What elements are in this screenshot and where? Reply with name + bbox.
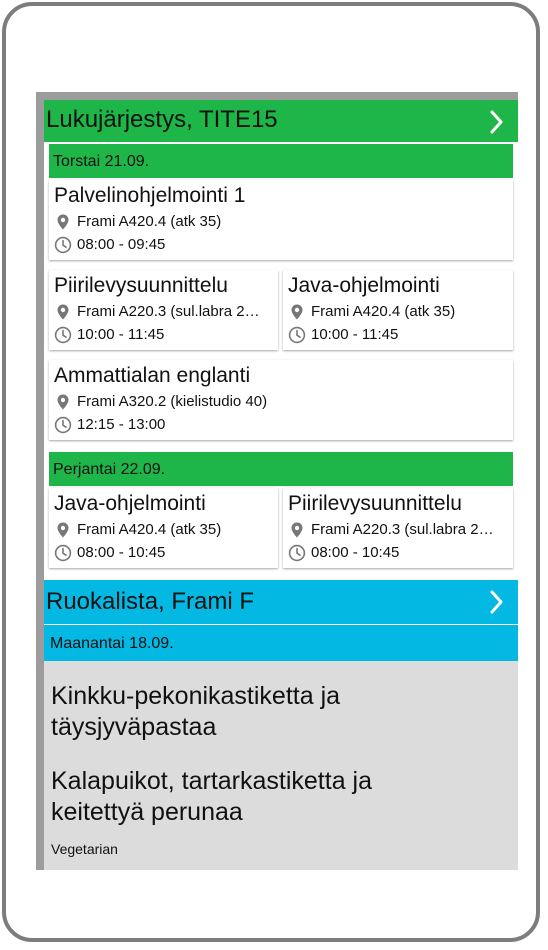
course-time: 12:15 - 13:00	[77, 416, 166, 433]
schedule-header[interactable]: Lukujärjestys, TITE15	[44, 100, 518, 142]
location-pin-icon	[54, 303, 72, 321]
chevron-right-icon[interactable]	[486, 102, 506, 142]
course-name: Java-ohjelmointi	[54, 492, 206, 515]
menu-title: Ruokalista, Frami F	[46, 588, 255, 615]
menu-header[interactable]: Ruokalista, Frami F	[44, 580, 518, 624]
course-time: 08:00 - 10:45	[77, 544, 166, 561]
course-name: Piirilevysuunnittelu	[288, 492, 462, 515]
course-room: Frami A420.4 (atk 35)	[311, 303, 456, 320]
location-pin-icon	[288, 303, 306, 321]
course-card[interactable]: Java-ohjelmointi Frami A420.4 (atk 35) 0…	[49, 488, 278, 568]
clock-icon	[288, 326, 306, 344]
menu-day-header: Maanantai 18.09.	[44, 625, 518, 661]
dish-line: täysjyväpastaa	[51, 713, 217, 741]
dish-item: Kalapuikot, tartarkastiketta ja keitetty…	[51, 766, 372, 828]
menu-list[interactable]: Kinkku-pekonikastiketta ja täysjyväpasta…	[44, 661, 518, 870]
clock-icon	[54, 236, 72, 254]
course-name: Piirilevysuunnittelu	[54, 274, 228, 297]
app-content: Lukujärjestys, TITE15 Torstai 21.09. Pal…	[44, 100, 518, 870]
course-room: Frami A420.4 (atk 35)	[77, 213, 222, 230]
course-time: 08:00 - 09:45	[77, 236, 166, 253]
device-frame: Lukujärjestys, TITE15 Torstai 21.09. Pal…	[2, 2, 540, 942]
course-card[interactable]: Ammattialan englanti Frami A320.2 (kieli…	[49, 360, 513, 440]
course-name: Java-ohjelmointi	[288, 274, 440, 297]
clock-icon	[54, 416, 72, 434]
day-header-thursday: Torstai 21.09.	[49, 144, 513, 178]
course-room: Frami A320.2 (kielistudio 40)	[77, 393, 268, 410]
course-name: Palvelinohjelmointi 1	[54, 184, 246, 207]
schedule-title: Lukujärjestys, TITE15	[46, 106, 278, 133]
dish-category-label: Vegetarian	[51, 841, 118, 857]
course-card[interactable]: Piirilevysuunnittelu Frami A220.3 (sul.l…	[49, 270, 278, 350]
course-time: 10:00 - 11:45	[77, 326, 165, 343]
clock-icon	[288, 544, 306, 562]
course-time: 10:00 - 11:45	[311, 326, 399, 343]
location-pin-icon	[288, 521, 306, 539]
course-room: Frami A420.4 (atk 35)	[77, 521, 222, 538]
dish-item: Kinkku-pekonikastiketta ja täysjyväpasta…	[51, 681, 340, 743]
clock-icon	[54, 326, 72, 344]
course-name: Ammattialan englanti	[54, 364, 251, 387]
clock-icon	[54, 544, 72, 562]
course-room: Frami A220.3 (sul.labra 2…	[77, 303, 260, 320]
day-header-friday: Perjantai 22.09.	[49, 452, 513, 486]
location-pin-icon	[54, 521, 72, 539]
dish-line: Kinkku-pekonikastiketta ja	[51, 682, 341, 710]
course-time: 08:00 - 10:45	[311, 544, 400, 561]
course-card[interactable]: Java-ohjelmointi Frami A420.4 (atk 35) 1…	[283, 270, 513, 350]
location-pin-icon	[54, 393, 72, 411]
course-card[interactable]: Piirilevysuunnittelu Frami A220.3 (sul.l…	[283, 488, 513, 568]
dish-line: keitettyä perunaa	[51, 798, 243, 826]
chevron-right-icon[interactable]	[486, 582, 506, 622]
dish-line: Kalapuikot, tartarkastiketta ja	[51, 767, 372, 795]
course-room: Frami A220.3 (sul.labra 2…	[311, 521, 494, 538]
course-card[interactable]: Palvelinohjelmointi 1 Frami A420.4 (atk …	[49, 180, 513, 260]
app-screen: Lukujärjestys, TITE15 Torstai 21.09. Pal…	[36, 92, 518, 870]
location-pin-icon	[54, 213, 72, 231]
